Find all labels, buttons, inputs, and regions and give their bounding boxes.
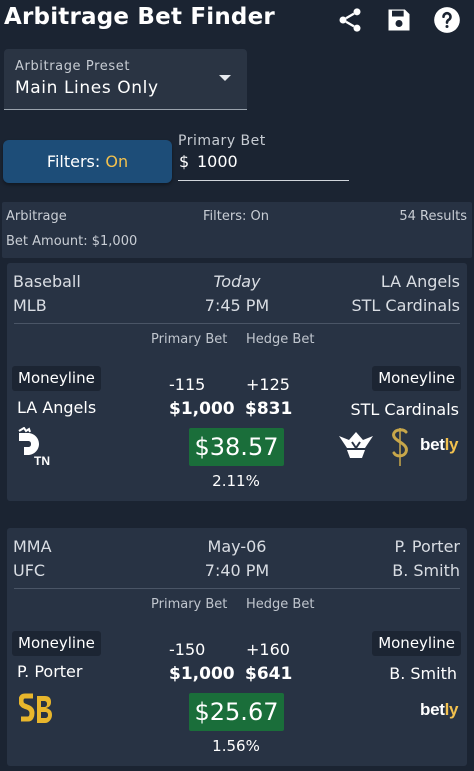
card-sport: MMA bbox=[13, 537, 52, 556]
card-league: UFC bbox=[13, 561, 46, 580]
betly-logo[interactable]: betly bbox=[420, 435, 458, 455]
card-team-top: P. Porter bbox=[394, 537, 460, 556]
primary-bet-value: 1000 bbox=[197, 152, 238, 171]
card-time: 7:40 PM bbox=[204, 561, 270, 580]
filters-label: Filters: bbox=[46, 152, 101, 171]
hedge-odds: +160 bbox=[246, 640, 290, 659]
hedge-odds: +125 bbox=[246, 375, 290, 394]
hedge-amount: $831 bbox=[245, 399, 293, 419]
arbitrage-card[interactable]: MMA May-06 P. Porter UFC 7:40 PM B. Smit… bbox=[7, 528, 467, 766]
sportsbook-s-logo[interactable] bbox=[389, 426, 411, 468]
card-team-bottom: STL Cardinals bbox=[351, 296, 460, 315]
primary-amount: $1,000 bbox=[169, 664, 235, 684]
betly-accent: ly bbox=[444, 700, 459, 719]
chevron-down-icon bbox=[219, 75, 231, 81]
right-market-chip: Moneyline bbox=[372, 366, 461, 391]
card-sport: Baseball bbox=[13, 272, 81, 291]
right-team: B. Smith bbox=[389, 664, 457, 683]
preset-label: Arbitrage Preset bbox=[15, 59, 131, 74]
superbook-sb-logo[interactable] bbox=[18, 692, 55, 732]
summary-filters: Filters: On bbox=[203, 209, 269, 224]
right-market-chip: Moneyline bbox=[372, 631, 461, 656]
hedge-bet-header: Hedge Bet bbox=[246, 332, 315, 347]
summary-type: Arbitrage bbox=[6, 209, 67, 224]
profit-badge: $38.57 bbox=[189, 428, 284, 466]
arbitrage-card[interactable]: Baseball Today LA Angels MLB 7:45 PM STL… bbox=[7, 263, 467, 501]
draftkings-tn-logo[interactable]: TN bbox=[15, 426, 59, 469]
betly-text: bet bbox=[420, 435, 445, 454]
left-market-chip: Moneyline bbox=[12, 366, 101, 391]
card-team-bottom: B. Smith bbox=[392, 561, 460, 580]
hedge-amount: $641 bbox=[245, 664, 293, 684]
profit-badge: $25.67 bbox=[189, 693, 284, 731]
left-team: LA Angels bbox=[17, 398, 97, 417]
left-market-chip: Moneyline bbox=[12, 631, 101, 656]
hedge-bet-header: Hedge Bet bbox=[246, 597, 315, 612]
summary-bet-amount: Bet Amount: $1,000 bbox=[6, 234, 138, 249]
betly-logo[interactable]: betly bbox=[420, 700, 458, 720]
profit-percent: 1.56% bbox=[212, 737, 260, 755]
results-summary: Arbitrage Filters: On 54 Results Bet Amo… bbox=[2, 202, 472, 258]
card-date: May-06 bbox=[207, 537, 267, 556]
filters-state: On bbox=[105, 152, 129, 171]
filters-button[interactable]: Filters: On bbox=[3, 140, 172, 183]
wynnbet-logo[interactable] bbox=[337, 430, 375, 462]
primary-bet-input[interactable]: $ 1000 bbox=[178, 151, 349, 181]
primary-odds: -115 bbox=[169, 375, 206, 394]
primary-amount: $1,000 bbox=[169, 399, 235, 419]
primary-bet-header: Primary Bet bbox=[151, 332, 228, 347]
card-team-top: LA Angels bbox=[380, 272, 460, 291]
share-icon[interactable] bbox=[336, 6, 364, 34]
primary-bet-header: Primary Bet bbox=[151, 597, 228, 612]
currency-symbol: $ bbox=[179, 152, 190, 171]
help-icon[interactable] bbox=[433, 6, 461, 34]
summary-results: 54 Results bbox=[399, 209, 467, 224]
betly-text: bet bbox=[420, 700, 445, 719]
right-team: STL Cardinals bbox=[350, 400, 459, 419]
save-icon[interactable] bbox=[385, 6, 413, 34]
preset-value: Main Lines Only bbox=[15, 78, 159, 98]
card-league: MLB bbox=[13, 296, 47, 315]
profit-percent: 2.11% bbox=[212, 472, 260, 490]
svg-text:TN: TN bbox=[34, 454, 50, 468]
app-title: Arbitrage Bet Finder bbox=[4, 4, 275, 30]
preset-select[interactable]: Arbitrage Preset Main Lines Only bbox=[4, 49, 247, 110]
card-divider bbox=[14, 588, 460, 589]
card-time: 7:45 PM bbox=[204, 296, 270, 315]
primary-odds: -150 bbox=[169, 640, 206, 659]
betly-accent: ly bbox=[444, 435, 459, 454]
primary-bet-label: Primary Bet bbox=[178, 133, 266, 149]
left-team: P. Porter bbox=[17, 662, 83, 681]
app-bar: Arbitrage Bet Finder bbox=[0, 0, 474, 42]
card-divider bbox=[14, 323, 460, 324]
card-date: Today bbox=[213, 272, 261, 291]
